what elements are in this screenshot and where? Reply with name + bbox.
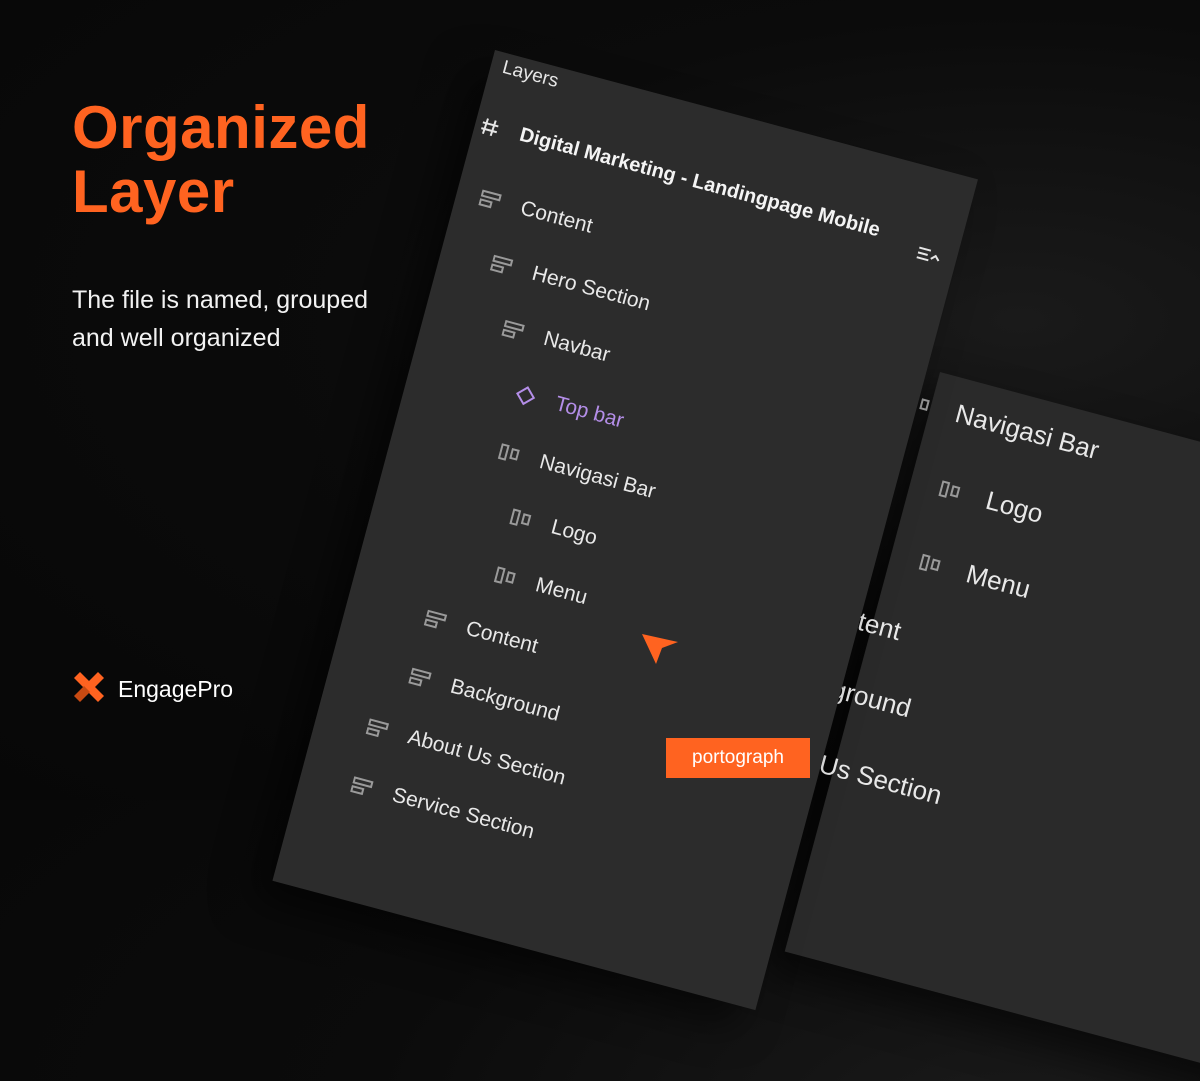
layer-label: Menu [533,573,590,610]
auto-layout-vertical-icon [350,775,376,798]
zoom-layer-row[interactable]: Navigasi Bar [906,386,1103,467]
zoom-layer-label: Navigasi Bar [952,398,1103,466]
frame-hash-icon [477,115,503,138]
page-title-line1: Organized [72,94,370,161]
layer-row[interactable]: Service Section [349,772,537,844]
layer-label: Service Section [389,783,537,844]
layer-label: Top bar [552,392,627,433]
layer-label: Hero Section [529,261,653,316]
layers-panel-title: Layers [500,56,561,93]
layer-row[interactable]: Logo [508,504,600,550]
auto-layout-horizontal-icon [493,565,519,588]
layer-row[interactable]: Top bar [512,381,626,433]
page-subtitle: The file is named, grouped and well orga… [72,286,369,352]
layer-label: Content [518,196,596,238]
auto-layout-vertical-icon [408,667,434,690]
zoom-layer-label: Menu [963,558,1034,605]
layer-row[interactable]: Background [407,664,562,727]
zoom-layer-label: Logo [982,484,1047,529]
zoom-layer-row[interactable]: Menu [916,546,1034,605]
layer-row[interactable]: Menu [492,562,590,610]
layer-row[interactable]: Content [423,606,541,659]
cursor-label: portograph [666,738,810,778]
zoom-layer-row[interactable]: Logo [936,472,1046,529]
layer-label: Navbar [541,326,613,367]
brand: EngagePro [72,670,233,709]
auto-layout-horizontal-icon [497,442,523,465]
layer-label: Logo [548,515,600,550]
auto-layout-vertical-icon [365,717,391,740]
layer-label: Content [463,616,541,658]
cursor-arrow-icon [640,628,682,675]
auto-layout-vertical-icon [489,254,516,277]
layer-row[interactable]: Navigasi Bar [496,439,658,504]
auto-layout-horizontal-icon [918,552,944,575]
layer-label: About Us Section [405,725,569,790]
collapse-layers-icon[interactable] [914,244,943,270]
auto-layout-vertical-icon [501,319,527,342]
layer-row[interactable]: Hero Section [489,251,653,316]
auto-layout-horizontal-icon [938,479,964,502]
engagepro-logo-icon [72,670,106,709]
page-title-line2: Layer [72,158,235,225]
page-title: Organized Layer [72,96,370,224]
auto-layout-vertical-icon [478,189,504,212]
auto-layout-vertical-icon [423,609,449,632]
layer-row[interactable]: About Us Section [365,714,569,790]
auto-layout-horizontal-icon [509,507,535,530]
component-instance-icon [513,384,539,407]
layer-label: Navigasi Bar [537,450,659,504]
layer-label: Background [447,674,563,726]
brand-name: EngagePro [118,676,234,702]
layer-row[interactable]: Content [477,186,595,239]
layer-row[interactable]: Navbar [500,316,612,368]
